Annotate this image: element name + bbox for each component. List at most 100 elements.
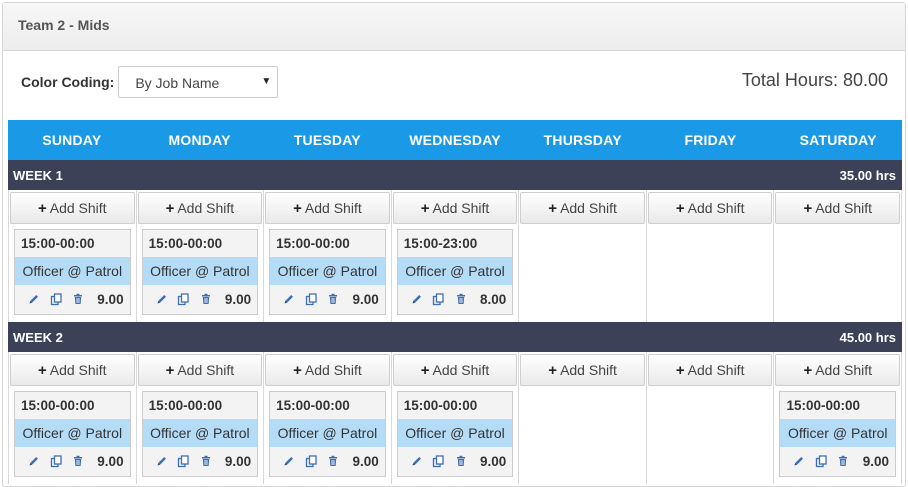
copy-icon[interactable]	[47, 291, 65, 307]
shift-hours: 9.00	[862, 453, 890, 469]
add-shift-button[interactable]: + Add Shift	[392, 354, 518, 386]
shift-card[interactable]: 15:00-00:00 Officer @ Patrol 9.00	[396, 391, 514, 477]
color-coding-value: By Job Name	[135, 75, 220, 91]
shift-job: Officer @ Patrol	[15, 257, 130, 285]
copy-icon[interactable]	[175, 453, 193, 469]
add-shift-label: Add Shift	[432, 200, 490, 216]
trash-icon[interactable]	[197, 453, 215, 469]
copy-icon[interactable]	[175, 291, 193, 307]
add-shift-label: Add Shift	[304, 200, 362, 216]
copy-icon[interactable]	[430, 291, 448, 307]
shift-card[interactable]: 15:00-00:00 Officer @ Patrol 9.00	[269, 391, 386, 477]
shift-job: Officer @ Patrol	[397, 419, 513, 447]
add-shift-button[interactable]: + Add Shift	[775, 354, 901, 386]
trash-icon[interactable]	[834, 453, 852, 469]
panel-title: Team 2 - Mids	[3, 3, 905, 51]
shift-actions: 8.00	[398, 285, 513, 314]
add-shift-button[interactable]: + Add Shift	[137, 354, 263, 386]
shift-card[interactable]: 15:00-00:00 Officer @ Patrol 9.00	[141, 391, 259, 477]
add-shift-button[interactable]: + Add Shift	[10, 192, 135, 224]
trash-icon[interactable]	[452, 453, 470, 469]
day-cell-sunday: + Add Shift 15:00-00:00 Officer @ Patrol 9.0…	[8, 352, 137, 484]
shift-job: Officer @ Patrol	[142, 419, 258, 447]
shift-card[interactable]: 15:00-00:00 Officer @ Patrol 9.00	[14, 229, 131, 315]
pencil-icon[interactable]	[408, 453, 426, 469]
add-shift-button[interactable]: + Add Shift	[10, 354, 135, 386]
plus-icon: +	[165, 362, 175, 379]
shift-actions: 9.00	[780, 447, 895, 476]
day-cell-saturday: + Add Shift	[774, 190, 903, 322]
day-cell-wednesday: + Add Shift 15:00-23:00 Officer @ Patrol 8.0…	[392, 190, 520, 322]
copy-icon[interactable]	[302, 453, 320, 469]
pencil-icon[interactable]	[25, 453, 43, 469]
shift-job: Officer @ Patrol	[780, 419, 896, 447]
plus-icon: +	[293, 200, 302, 217]
add-shift-button[interactable]: + Add Shift	[775, 192, 901, 224]
pencil-icon[interactable]	[790, 453, 808, 469]
day-header-thursday: THURSDAY	[543, 132, 622, 148]
pencil-icon[interactable]	[408, 291, 426, 307]
add-shift-button[interactable]: + Add Shift	[520, 354, 645, 386]
add-shift-label: Add Shift	[815, 362, 873, 378]
copy-icon[interactable]	[47, 453, 65, 469]
add-shift-button[interactable]: + Add Shift	[137, 192, 263, 224]
shift-card[interactable]: 15:00-23:00 Officer @ Patrol 8.00	[396, 229, 514, 315]
plus-icon: +	[675, 362, 685, 379]
plus-icon: +	[803, 362, 813, 379]
day-cell-friday: + Add Shift	[647, 352, 775, 484]
color-coding-select[interactable]: By Job Name ▼	[118, 66, 279, 98]
copy-icon[interactable]	[430, 453, 448, 469]
day-cell-saturday: + Add Shift 15:00-00:00 Officer @ Patrol 9.0…	[774, 352, 903, 484]
shift-time: 15:00-00:00	[148, 398, 223, 413]
week-row: + Add Shift 15:00-00:00 Officer @ Patrol 9.0…	[8, 352, 903, 484]
shift-card[interactable]: 15:00-00:00 Officer @ Patrol 9.00	[141, 229, 259, 315]
week-bar: WEEK 1 35.00 hrs	[8, 160, 902, 190]
day-cell-monday: + Add Shift 15:00-00:00 Officer @ Patrol 9.0…	[137, 352, 265, 484]
shift-card[interactable]: 15:00-00:00 Officer @ Patrol 9.00	[14, 391, 131, 477]
week-label: WEEK 2	[13, 329, 63, 345]
day-cell-tuesday: + Add Shift 15:00-00:00 Officer @ Patrol 9.0…	[264, 190, 392, 322]
day-header-tuesday: TUESDAY	[293, 132, 361, 148]
shift-actions: 9.00	[15, 447, 130, 476]
shift-actions: 9.00	[15, 285, 130, 314]
add-shift-label: Add Shift	[49, 362, 107, 378]
day-header-monday: MONDAY	[168, 132, 231, 148]
caret-down-icon: ▼	[261, 76, 272, 87]
shift-actions: 9.00	[143, 447, 258, 476]
trash-icon[interactable]	[197, 291, 215, 307]
add-shift-button[interactable]: + Add Shift	[265, 354, 390, 386]
shift-actions: 9.00	[143, 285, 258, 314]
pencil-icon[interactable]	[280, 453, 298, 469]
shift-time: 15:00-00:00	[276, 236, 350, 251]
add-shift-button[interactable]: + Add Shift	[265, 192, 390, 224]
add-shift-button[interactable]: + Add Shift	[392, 192, 518, 224]
shift-card[interactable]: 15:00-00:00 Officer @ Patrol 9.00	[779, 391, 897, 477]
plus-icon: +	[420, 200, 430, 217]
trash-icon[interactable]	[324, 291, 342, 307]
pencil-icon[interactable]	[25, 291, 43, 307]
shift-card[interactable]: 15:00-00:00 Officer @ Patrol 9.00	[269, 229, 386, 315]
pencil-icon[interactable]	[153, 453, 171, 469]
pencil-icon[interactable]	[280, 291, 298, 307]
day-header-saturday: SATURDAY	[799, 132, 877, 148]
day-cell-sunday: + Add Shift 15:00-00:00 Officer @ Patrol 9.0…	[8, 190, 137, 322]
shift-hours: 9.00	[97, 453, 124, 469]
shift-job: Officer @ Patrol	[142, 257, 258, 285]
week-label: WEEK 1	[13, 167, 63, 183]
trash-icon[interactable]	[324, 453, 342, 469]
add-shift-button[interactable]: + Add Shift	[647, 354, 773, 386]
add-shift-button[interactable]: + Add Shift	[520, 192, 645, 224]
trash-icon[interactable]	[452, 291, 470, 307]
copy-icon[interactable]	[812, 453, 830, 469]
week-hours: 45.00 hrs	[839, 329, 896, 345]
shift-job: Officer @ Patrol	[270, 419, 385, 447]
add-shift-button[interactable]: + Add Shift	[647, 192, 773, 224]
plus-icon: +	[548, 362, 558, 379]
pencil-icon[interactable]	[153, 291, 171, 307]
copy-icon[interactable]	[302, 291, 320, 307]
trash-icon[interactable]	[69, 291, 87, 307]
plus-icon: +	[165, 200, 175, 217]
trash-icon[interactable]	[69, 453, 87, 469]
day-cell-thursday: + Add Shift	[519, 190, 647, 322]
week-row: + Add Shift 15:00-00:00 Officer @ Patrol 9.0…	[8, 190, 903, 322]
